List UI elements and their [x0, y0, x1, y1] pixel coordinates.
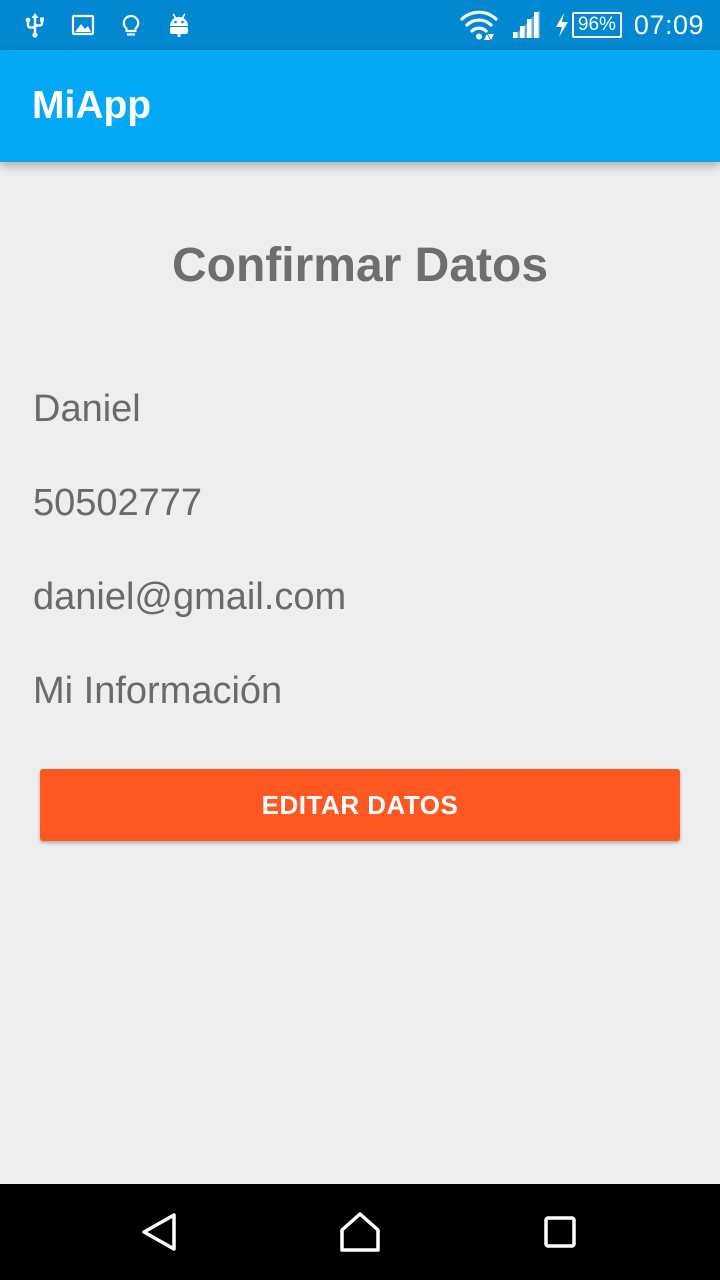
status-time: 07:09 — [633, 9, 704, 40]
email-value: daniel@gmail.com — [33, 576, 347, 618]
lightbulb-icon — [122, 14, 140, 36]
app-bar: MiApp — [0, 50, 720, 162]
status-bar: 96% 07:09 — [0, 0, 720, 50]
back-icon[interactable] — [136, 1208, 184, 1256]
image-icon — [71, 14, 95, 36]
charging-icon — [555, 13, 568, 37]
recent-apps-icon[interactable] — [536, 1208, 584, 1256]
app-title: MiApp — [32, 84, 152, 127]
signal-icon — [511, 10, 540, 38]
main-content: Confirmar Datos Daniel 50502777 daniel@g… — [0, 162, 720, 1184]
home-icon[interactable] — [336, 1208, 384, 1256]
navigation-bar — [0, 1184, 720, 1280]
usb-icon — [25, 13, 44, 38]
battery-indicator: 96% — [554, 12, 622, 38]
page-title: Confirmar Datos — [171, 239, 549, 292]
name-value: Daniel — [33, 388, 141, 430]
info-value: Mi Información — [33, 670, 283, 712]
system-indicators: 96% 07:09 — [460, 0, 704, 50]
battery-percent: 96% — [577, 14, 616, 35]
wifi-icon — [460, 10, 498, 40]
phone-value: 50502777 — [33, 482, 203, 524]
edit-data-button[interactable]: EDITAR DATOS — [40, 769, 680, 841]
android-icon — [170, 13, 188, 37]
battery-icon: 96% — [571, 12, 622, 38]
notification-icons — [22, 0, 192, 50]
